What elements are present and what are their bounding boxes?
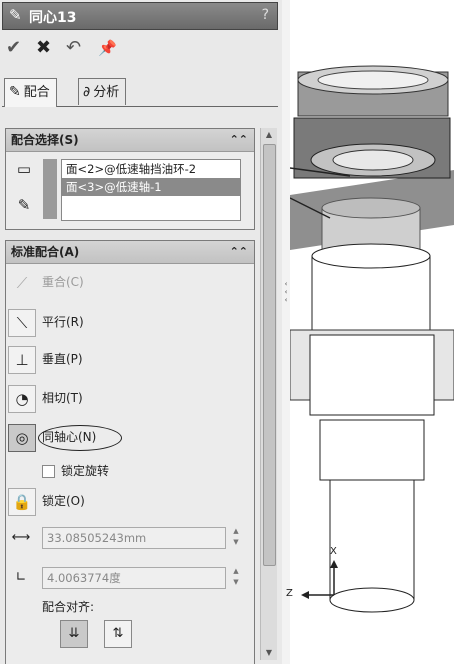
pin-icon[interactable]: 📌 — [98, 36, 117, 60]
property-manager: ✎ 同心13 ? ✔ ✖ ↶ 📌 ✎ 配合 ∂ 分析 配合选择(S) ⌃⌃ ▭ ✎ … — [0, 0, 283, 664]
tab-mates-label: 配合 — [23, 85, 50, 100]
aligned-button[interactable]: ⇊ — [60, 620, 88, 648]
standard-mates-header[interactable]: 标准配合(A) ⌃⌃ — [6, 241, 254, 264]
mate-icon: ✎ — [9, 6, 22, 24]
paperclip-icon[interactable]: ✎ — [12, 193, 36, 217]
shaft-section-3 — [329, 479, 415, 601]
ok-icon[interactable]: ✔ — [6, 36, 21, 60]
collapse-icon[interactable]: ⌃⌃ — [230, 241, 248, 263]
tab-analysis[interactable]: ∂ 分析 — [78, 78, 127, 105]
concentric-icon: ◎ — [8, 423, 36, 452]
paperclip-icon: ✎ — [9, 84, 21, 100]
scroll-thumb[interactable] — [263, 144, 276, 566]
tangent-label: 相切(T) — [42, 391, 83, 405]
graphics-viewport[interactable]: X Z — [286, 0, 454, 664]
standard-mates-title: 标准配合(A) — [11, 245, 80, 259]
lock-rotation-checkbox[interactable]: 锁定旋转 — [42, 462, 109, 480]
alignment-label: 配合对齐: — [42, 600, 95, 614]
perpendicular-icon: ⊥ — [8, 345, 36, 374]
lock-rotation-label: 锁定旋转 — [61, 464, 110, 478]
lock-label: 锁定(O) — [42, 494, 85, 508]
selection-color-strip — [43, 159, 57, 219]
window-title: 同心13 — [29, 10, 77, 26]
checkbox-box[interactable] — [42, 465, 55, 478]
tab-mates[interactable]: ✎ 配合 — [4, 78, 57, 107]
tangent-button[interactable]: ◔ 相切(T) — [8, 383, 83, 413]
scroll-up-icon[interactable]: ▲ — [261, 128, 277, 142]
cancel-icon[interactable]: ✖ — [36, 36, 51, 60]
lock-icon: 🔒 — [8, 487, 36, 516]
distance-icon: ⟷ — [11, 530, 31, 545]
selection-item-selected[interactable]: 面<3>@低速轴-1 — [62, 178, 240, 196]
title-bar: ✎ 同心13 ? — [2, 2, 278, 30]
coincident-button[interactable]: ⟋ 重合(C) — [8, 267, 84, 297]
scrollbar[interactable]: ▲ ▼ — [260, 128, 277, 660]
parallel-icon: ⟍ — [8, 308, 36, 337]
parallel-button[interactable]: ⟍ 平行(R) — [8, 307, 84, 337]
model-view — [289, 65, 454, 613]
mate-selection-header[interactable]: 配合选择(S) ⌃⌃ — [6, 129, 254, 152]
triad-x-label: X — [330, 546, 337, 557]
lock-button[interactable]: 🔒 锁定(O) — [8, 486, 85, 516]
coincident-icon: ⟋ — [16, 273, 28, 292]
triad-z-label: Z — [286, 588, 293, 599]
tab-strip: ✎ 配合 ∂ 分析 — [2, 76, 278, 107]
splitter-grip-icon[interactable]: ‹ ‹ ‹ — [282, 280, 290, 310]
coincident-label: 重合(C) — [42, 275, 84, 289]
selection-icons: ▭ ✎ — [12, 157, 38, 229]
concentric-highlight-oval — [38, 425, 122, 451]
tab-analysis-label: 分析 — [93, 85, 120, 100]
distance-input[interactable]: 33.08505243mm — [42, 527, 226, 549]
selection-list[interactable]: 面<2>@低速轴挡油环-2 面<3>@低速轴-1 — [61, 159, 241, 221]
shaft-section-2 — [319, 419, 425, 481]
selection-item[interactable]: 面<2>@低速轴挡油环-2 — [62, 160, 240, 178]
scroll-down-icon[interactable]: ▼ — [261, 646, 277, 660]
angle-spinner[interactable]: ▲ ▼ — [230, 566, 242, 588]
collapse-icon[interactable]: ⌃⌃ — [230, 129, 248, 151]
entity-select-icon[interactable]: ▭ — [12, 157, 36, 181]
undo-icon[interactable]: ↶ — [66, 36, 81, 60]
perpendicular-label: 垂直(P) — [42, 352, 83, 366]
analysis-icon: ∂ — [83, 84, 91, 100]
parallel-label: 平行(R) — [42, 315, 84, 329]
help-button[interactable]: ? — [262, 7, 269, 23]
perpendicular-button[interactable]: ⊥ 垂直(P) — [8, 344, 83, 374]
mate-selection-group: 配合选择(S) ⌃⌃ ▭ ✎ 面<2>@低速轴挡油环-2 面<3>@低速轴-1 — [5, 128, 255, 230]
angle-input[interactable]: 4.0063774度 — [42, 567, 226, 589]
mate-selection-title: 配合选择(S) — [11, 133, 79, 147]
distance-spinner[interactable]: ▲ ▼ — [230, 526, 242, 548]
anti-aligned-button[interactable]: ⇅ — [104, 620, 132, 648]
angle-icon: ∟ — [15, 570, 27, 585]
tangent-icon: ◔ — [8, 384, 36, 413]
